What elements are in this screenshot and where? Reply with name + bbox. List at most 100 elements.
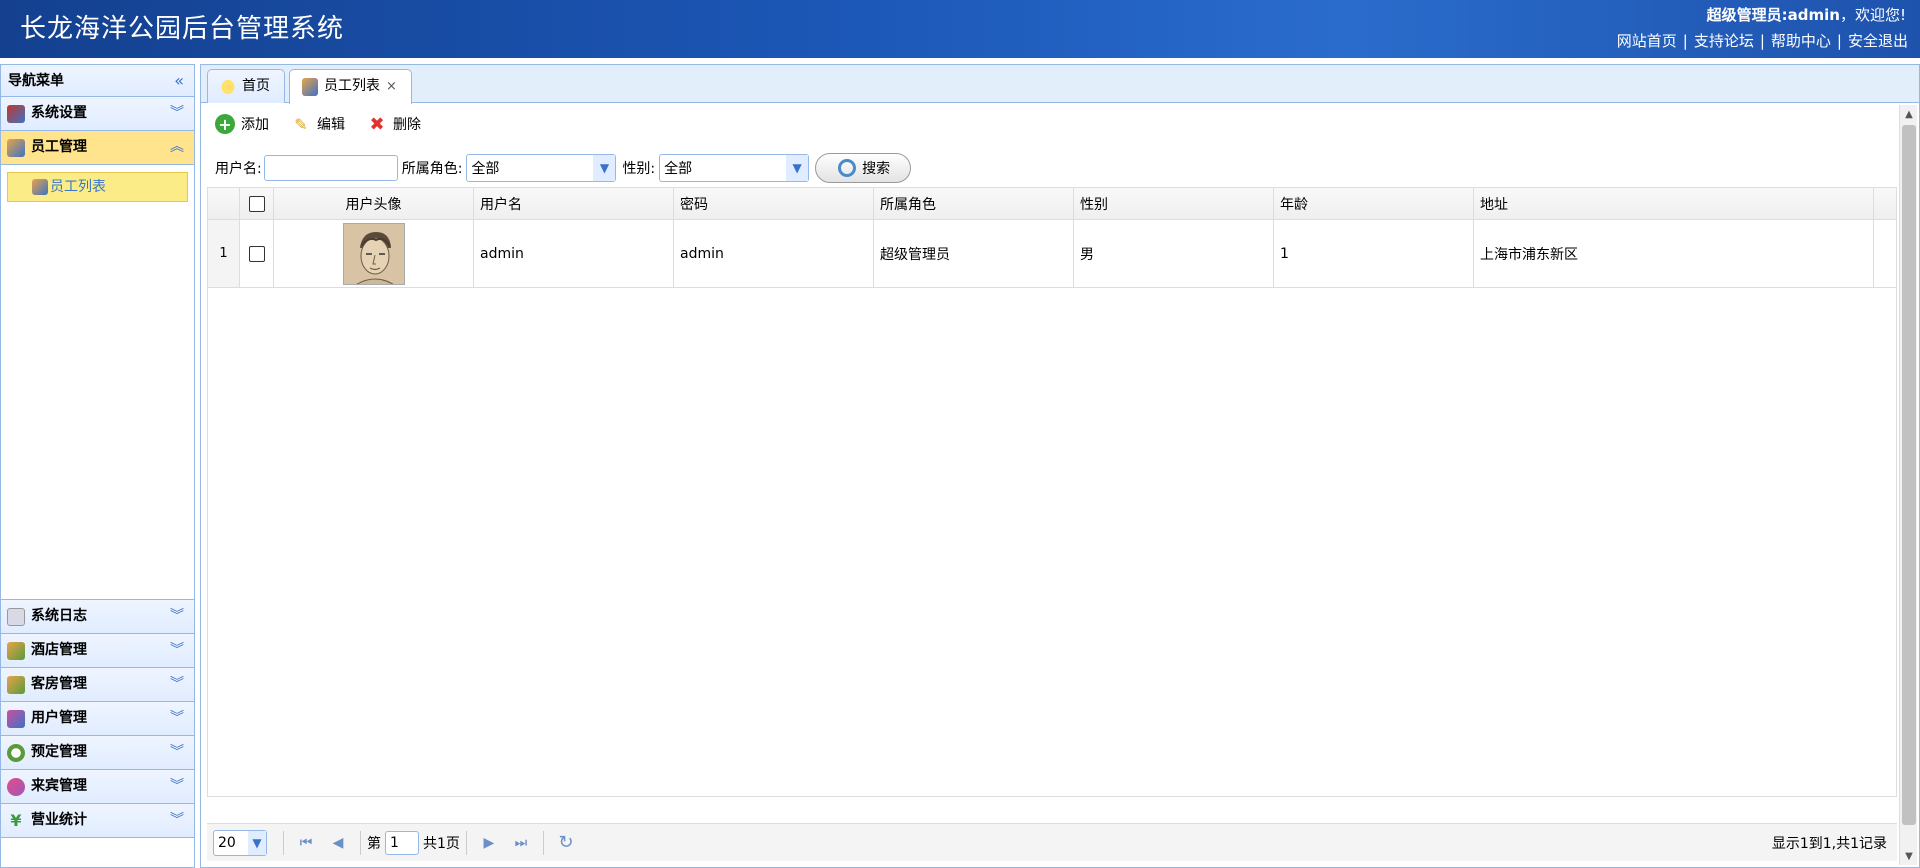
sidebar-item-label: 用户管理	[31, 710, 87, 726]
sidebar-item-booking[interactable]: 预定管理 ︾	[1, 736, 194, 770]
chevron-down-icon[interactable]: ▼	[248, 830, 266, 855]
first-page-icon[interactable]: ⏮	[294, 831, 318, 855]
tab-staff-list[interactable]: 员工列表 ×	[289, 69, 412, 104]
edit-label: 编辑	[317, 117, 345, 133]
hotel-icon	[7, 642, 25, 660]
role-filter-label: 所属角色:	[401, 161, 463, 177]
guest-icon	[7, 778, 25, 796]
page-size-select[interactable]: 20 ▼	[213, 829, 267, 856]
staff-table: 用户头像 用户名 密码 所属角色 性别 年龄 地址 1 admin admin …	[207, 187, 1897, 797]
delete-label: 删除	[393, 117, 421, 133]
room-icon	[7, 676, 25, 694]
column-header-age[interactable]: 年龄	[1274, 188, 1474, 219]
sidebar-item-statistics[interactable]: ¥ 营业统计 ︾	[1, 804, 194, 838]
page-number-input[interactable]	[385, 830, 419, 855]
next-page-icon[interactable]: ▶	[477, 831, 501, 855]
tools-icon	[7, 105, 25, 123]
column-header-avatar[interactable]: 用户头像	[274, 188, 474, 219]
sidebar-header: 导航菜单 «	[1, 65, 194, 97]
chevron-down-icon[interactable]: ︾	[170, 804, 184, 837]
search-bar: 用户名: 所属角色: 全部 ▼ 性别: 全部 ▼ 搜索	[215, 153, 912, 183]
chevron-down-icon[interactable]: ︾	[170, 702, 184, 735]
divider	[542, 830, 544, 855]
divider	[360, 830, 361, 855]
chevron-down-icon[interactable]: ▼	[593, 155, 616, 181]
scroll-down-icon[interactable]: ▼	[1900, 847, 1918, 865]
booking-icon	[7, 744, 25, 762]
role-filter-value: 全部	[471, 161, 500, 177]
chevron-down-icon[interactable]: ︾	[170, 600, 184, 633]
current-user: admin	[1787, 6, 1840, 24]
cell-gender: 男	[1074, 220, 1274, 287]
vertical-scrollbar[interactable]: ▲ ▼	[1899, 105, 1917, 865]
add-label: 添加	[241, 117, 269, 133]
sidebar-item-label: 预定管理	[31, 744, 87, 760]
sidebar-item-system-log[interactable]: 系统日志 ︾	[1, 600, 194, 634]
search-icon	[838, 159, 857, 177]
toolbar: + 添加 ✎ 编辑 ✖ 删除	[215, 109, 443, 139]
table-row[interactable]: 1 admin admin 超级管理员 男 1 上海市浦东新区	[208, 220, 1896, 288]
gender-filter-label: 性别:	[622, 161, 656, 177]
chevron-down-icon[interactable]: ︾	[170, 634, 184, 667]
staff-list-icon	[302, 78, 318, 96]
gender-filter-select[interactable]: 全部 ▼	[659, 154, 810, 182]
sidebar-item-guests[interactable]: 来宾管理 ︾	[1, 770, 194, 804]
close-tab-icon[interactable]: ×	[386, 79, 397, 94]
delete-button[interactable]: ✖ 删除	[367, 113, 421, 135]
log-icon	[7, 608, 25, 626]
search-button-label: 搜索	[862, 161, 891, 177]
username-filter-label: 用户名:	[215, 161, 262, 177]
sidebar-item-label: 系统日志	[31, 608, 87, 624]
sidebar-item-label: 员工管理	[31, 139, 87, 155]
chevron-down-icon[interactable]: ︾	[170, 770, 184, 803]
chevron-up-icon[interactable]: ︽	[170, 131, 184, 164]
chevron-down-icon[interactable]: ︾	[170, 668, 184, 701]
chevron-down-icon[interactable]: ︾	[170, 97, 184, 130]
role-filter-select[interactable]: 全部 ▼	[466, 154, 617, 182]
select-all-checkbox[interactable]	[248, 195, 265, 212]
collapse-sidebar-icon[interactable]: «	[174, 65, 184, 97]
page-prefix: 第	[367, 835, 381, 852]
sidebar-item-system-settings[interactable]: 系统设置 ︾	[1, 97, 194, 131]
chevron-down-icon[interactable]: ▼	[786, 155, 809, 181]
link-forum[interactable]: 支持论坛	[1694, 32, 1754, 50]
last-page-icon[interactable]: ⏭	[509, 831, 533, 855]
scroll-up-icon[interactable]: ▲	[1900, 105, 1918, 123]
sidebar-item-users[interactable]: 用户管理 ︾	[1, 702, 194, 736]
link-separator: |	[1759, 32, 1765, 50]
sidebar-item-hotel[interactable]: 酒店管理 ︾	[1, 634, 194, 668]
username-filter-input[interactable]	[263, 155, 398, 181]
row-checkbox[interactable]	[248, 245, 265, 262]
cell-address: 上海市浦东新区	[1474, 220, 1874, 287]
plus-icon: +	[215, 114, 235, 134]
refresh-icon[interactable]: ↻	[554, 831, 578, 855]
column-header-address[interactable]: 地址	[1474, 188, 1874, 219]
edit-button[interactable]: ✎ 编辑	[291, 114, 345, 134]
prev-page-icon[interactable]: ◀	[326, 831, 350, 855]
link-help[interactable]: 帮助中心	[1771, 32, 1831, 50]
column-header-username[interactable]: 用户名	[474, 188, 674, 219]
sidebar-item-staff-management[interactable]: 员工管理 ︽	[1, 131, 194, 165]
column-header-password[interactable]: 密码	[674, 188, 874, 219]
tab-label: 员工列表	[324, 78, 380, 94]
add-button[interactable]: + 添加	[215, 114, 269, 134]
scroll-thumb[interactable]	[1902, 125, 1916, 825]
main-panel: 首页 员工列表 × + 添加 ✎ 编辑 ✖ 删除 用户名: 所属角色: 全部 ▼ …	[200, 64, 1920, 868]
link-logout[interactable]: 安全退出	[1848, 32, 1908, 50]
divider	[465, 830, 467, 855]
tab-bar: 首页 员工列表 ×	[201, 65, 1919, 104]
sidebar-title: 导航菜单	[8, 73, 64, 89]
divider	[283, 830, 284, 855]
column-header-role[interactable]: 所属角色	[874, 188, 1074, 219]
search-button[interactable]: 搜索	[815, 153, 912, 183]
tab-home[interactable]: 首页	[207, 69, 285, 103]
sidebar-item-label: 客房管理	[31, 676, 87, 692]
column-header-gender[interactable]: 性别	[1074, 188, 1274, 219]
sidebar-item-label: 系统设置	[31, 105, 87, 121]
cell-username: admin	[474, 220, 674, 287]
sidebar-item-room[interactable]: 客房管理 ︾	[1, 668, 194, 702]
link-home[interactable]: 网站首页	[1617, 32, 1677, 50]
chevron-down-icon[interactable]: ︾	[170, 736, 184, 769]
delete-icon: ✖	[369, 113, 385, 135]
sidebar-subitem-staff-list[interactable]: 员工列表	[7, 172, 188, 202]
